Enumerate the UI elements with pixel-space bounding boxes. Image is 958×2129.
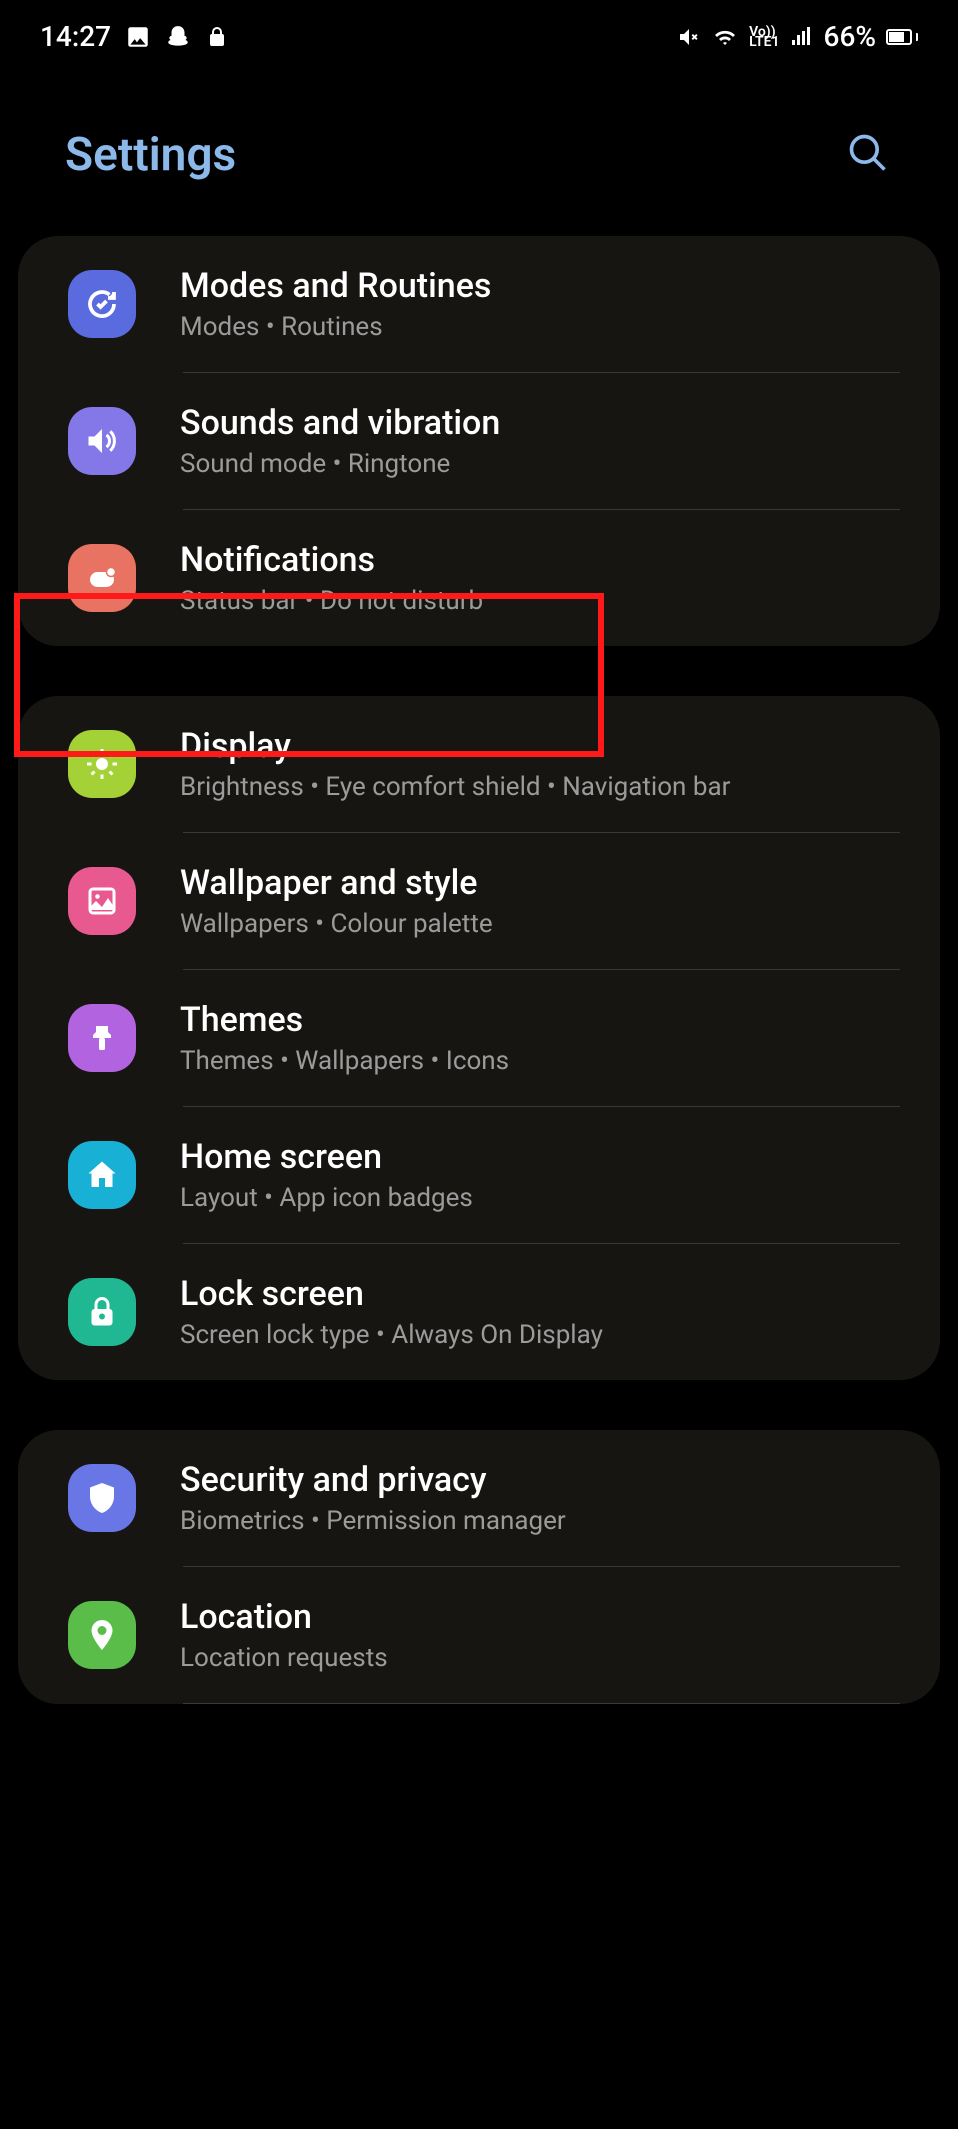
row-sub: Screen lock type • Always On Display bbox=[180, 1320, 603, 1350]
row-title: Themes bbox=[180, 1000, 509, 1040]
lock-icon bbox=[205, 25, 229, 49]
status-time: 14:27 bbox=[40, 20, 111, 53]
mute-icon bbox=[677, 25, 701, 49]
divider bbox=[183, 1703, 900, 1704]
row-sub: Themes • Wallpapers • Icons bbox=[180, 1046, 509, 1076]
lte-icon: Vo))LTE1 bbox=[749, 27, 779, 47]
row-sub: Modes • Routines bbox=[180, 312, 491, 342]
notification-icon bbox=[68, 544, 136, 612]
row-display[interactable]: Display Brightness • Eye comfort shield … bbox=[18, 696, 940, 832]
page-title: Settings bbox=[65, 128, 236, 182]
row-title: Sounds and vibration bbox=[180, 403, 500, 443]
settings-group: Modes and Routines Modes • Routines Soun… bbox=[18, 236, 940, 646]
row-home-screen[interactable]: Home screen Layout • App icon badges bbox=[18, 1107, 940, 1243]
row-lock-screen[interactable]: Lock screen Screen lock type • Always On… bbox=[18, 1244, 940, 1380]
row-themes[interactable]: Themes Themes • Wallpapers • Icons bbox=[18, 970, 940, 1106]
row-wallpaper-and-style[interactable]: Wallpaper and style Wallpapers • Colour … bbox=[18, 833, 940, 969]
row-sounds-and-vibration[interactable]: Sounds and vibration Sound mode • Ringto… bbox=[18, 373, 940, 509]
row-sub: Wallpapers • Colour palette bbox=[180, 909, 493, 939]
row-security-and-privacy[interactable]: Security and privacy Biometrics • Permis… bbox=[18, 1430, 940, 1566]
battery-percent: 66% bbox=[824, 20, 876, 53]
row-sub: Sound mode • Ringtone bbox=[180, 449, 500, 479]
row-modes-and-routines[interactable]: Modes and Routines Modes • Routines bbox=[18, 236, 940, 372]
display-icon bbox=[68, 730, 136, 798]
row-title: Display bbox=[180, 726, 730, 766]
wallpaper-icon bbox=[68, 867, 136, 935]
search-icon bbox=[846, 131, 890, 175]
header: Settings bbox=[0, 73, 958, 236]
ghost-icon bbox=[165, 24, 191, 50]
image-icon bbox=[125, 24, 151, 50]
home-icon bbox=[68, 1141, 136, 1209]
row-sub: Brightness • Eye comfort shield • Naviga… bbox=[180, 772, 730, 802]
row-title: Modes and Routines bbox=[180, 266, 491, 306]
row-title: Wallpaper and style bbox=[180, 863, 493, 903]
battery-icon bbox=[886, 29, 918, 45]
status-left: 14:27 bbox=[40, 20, 229, 53]
settings-group: Display Brightness • Eye comfort shield … bbox=[18, 696, 940, 1380]
row-title: Location bbox=[180, 1597, 388, 1637]
lock-screen-icon bbox=[68, 1278, 136, 1346]
row-sub: Biometrics • Permission manager bbox=[180, 1506, 566, 1536]
search-button[interactable] bbox=[838, 123, 898, 186]
row-sub: Layout • App icon badges bbox=[180, 1183, 473, 1213]
row-title: Notifications bbox=[180, 540, 483, 580]
row-title: Lock screen bbox=[180, 1274, 603, 1314]
row-title: Security and privacy bbox=[180, 1460, 566, 1500]
sound-icon bbox=[68, 407, 136, 475]
signal-icon bbox=[790, 25, 814, 49]
row-sub: Status bar • Do not disturb bbox=[180, 586, 483, 616]
settings-group: Security and privacy Biometrics • Permis… bbox=[18, 1430, 940, 1704]
row-sub: Location requests bbox=[180, 1643, 388, 1673]
security-icon bbox=[68, 1464, 136, 1532]
status-bar: 14:27 Vo))LTE1 66% bbox=[0, 0, 958, 73]
themes-icon bbox=[68, 1004, 136, 1072]
wifi-icon bbox=[711, 25, 739, 49]
location-icon bbox=[68, 1601, 136, 1669]
status-right: Vo))LTE1 66% bbox=[677, 20, 918, 53]
row-location[interactable]: Location Location requests bbox=[18, 1567, 940, 1703]
row-notifications[interactable]: Notifications Status bar • Do not distur… bbox=[18, 510, 940, 646]
modes-icon bbox=[68, 270, 136, 338]
row-title: Home screen bbox=[180, 1137, 473, 1177]
